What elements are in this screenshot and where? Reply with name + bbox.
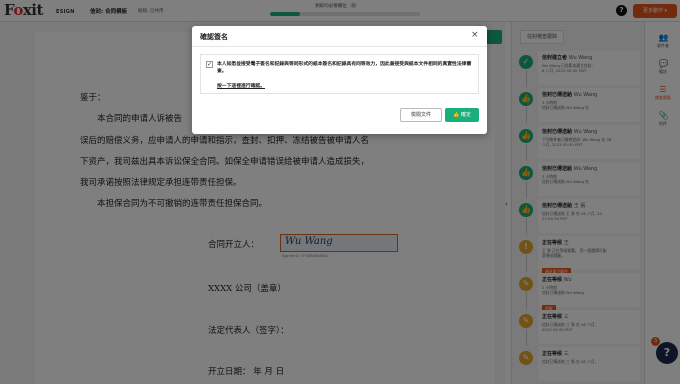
- thumbs-up-icon: 👍: [453, 112, 460, 118]
- dialog-header: 確認簽名 ×: [192, 26, 487, 47]
- close-icon[interactable]: ×: [471, 30, 479, 40]
- consent-box: ✓ 本人知悉並接受電子簽名和記錄與等同形式的紙本簽名和記錄具有同等效力，因此兼接…: [200, 54, 479, 94]
- confirm-button-label: 確定: [460, 112, 471, 118]
- confirm-signature-dialog: 確認簽名 × ✓ 本人知悉並接受電子簽名和記錄與等同形式的紙本簽名和記錄具有同等…: [192, 26, 487, 134]
- confirm-button[interactable]: 👍 確定: [445, 108, 479, 122]
- consent-link[interactable]: 按一下這裡進行確認。: [217, 82, 265, 89]
- consent-text: 本人知悉並接受電子簽名和記錄與等同形式的紙本簽名和記錄具有同等效力，因此兼接受與…: [217, 62, 472, 74]
- dialog-title: 確認簽名: [200, 33, 228, 41]
- review-document-button[interactable]: 檢閱文件: [400, 108, 442, 122]
- consent-checkbox[interactable]: ✓: [206, 61, 213, 68]
